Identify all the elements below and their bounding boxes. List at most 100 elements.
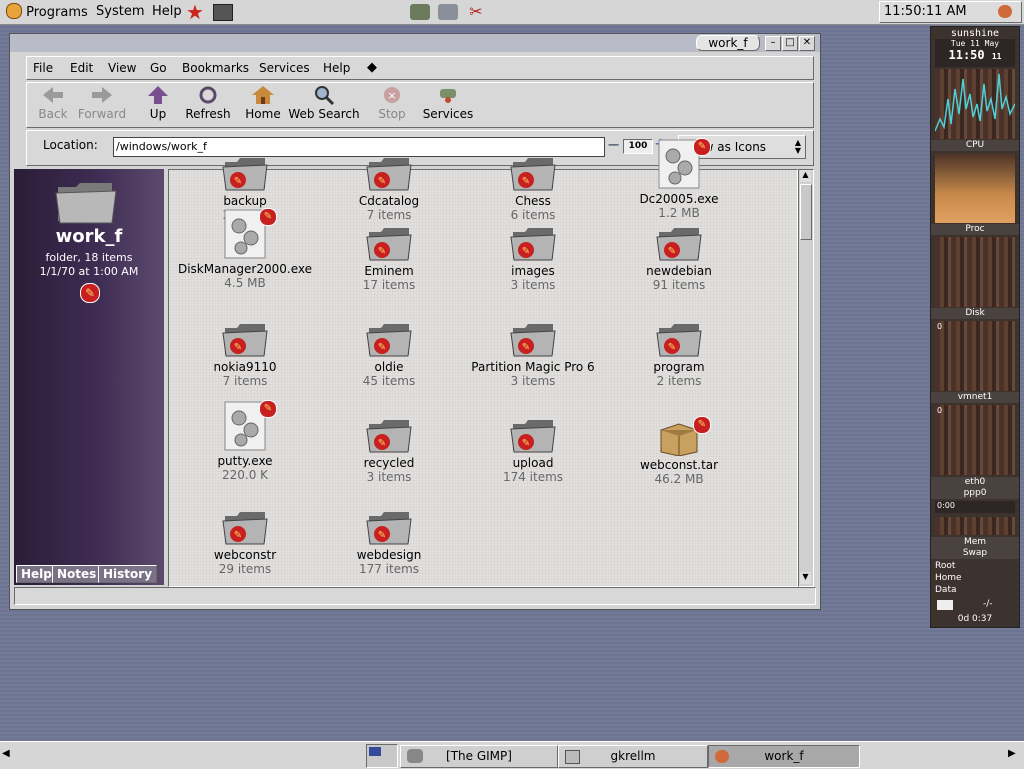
- vertical-scrollbar[interactable]: ▲ ▼: [798, 169, 814, 587]
- home-button[interactable]: Home: [245, 85, 281, 121]
- file-item[interactable]: ✎ Eminem 17 items: [319, 224, 459, 292]
- back-button[interactable]: Back: [35, 85, 71, 121]
- file-item[interactable]: ✎ oldie 45 items: [319, 320, 459, 388]
- home-label: Home: [245, 107, 281, 121]
- menu-bookmarks[interactable]: Bookmarks: [182, 59, 249, 77]
- file-size: 46.2 MB: [654, 472, 704, 486]
- close-button[interactable]: ✕: [799, 36, 815, 51]
- svg-text:✎: ✎: [522, 342, 530, 353]
- file-size: 29 items: [218, 562, 272, 576]
- svg-text:✎: ✎: [378, 246, 386, 257]
- gk-uptime: 0d 0:37: [957, 614, 993, 624]
- star-launcher-icon[interactable]: ★: [184, 2, 206, 22]
- gk-mail-icon[interactable]: [937, 600, 953, 610]
- scroll-up-icon[interactable]: ▲: [800, 170, 811, 182]
- gk-swap-label: Swap: [931, 548, 1019, 559]
- file-item[interactable]: ✎ putty.exe 220.0 K: [175, 400, 315, 482]
- gk-date: Tue 11 May: [950, 39, 1000, 48]
- menu-go[interactable]: Go: [150, 59, 167, 77]
- task-gimp[interactable]: [The GIMP]: [400, 745, 558, 768]
- terminal-launcher-icon[interactable]: [213, 4, 233, 21]
- nautilus-foot-icon: [715, 750, 729, 763]
- folder-icon: ✎: [222, 158, 268, 191]
- window-titlebar[interactable]: work_f – □ ✕: [10, 34, 820, 52]
- file-item[interactable]: ✎ images 3 items: [463, 224, 603, 292]
- gk-fs-home[interactable]: Home: [935, 573, 962, 583]
- workspace-pager[interactable]: [366, 744, 398, 768]
- refresh-button[interactable]: Refresh: [185, 85, 231, 121]
- help-menu[interactable]: Help: [148, 3, 186, 21]
- sidebar-info-type: folder, 18 items: [45, 251, 133, 264]
- file-name: recycled: [363, 456, 415, 470]
- throbber-icon: ◆: [367, 60, 377, 75]
- file-name: Cdcatalog: [358, 194, 420, 208]
- maximize-button[interactable]: □: [782, 36, 798, 51]
- menu-help[interactable]: Help: [323, 59, 350, 77]
- sidebar-tab-history[interactable]: History: [98, 565, 158, 583]
- file-item[interactable]: ✎ webdesign 177 items: [319, 508, 459, 576]
- scroll-down-icon[interactable]: ▼: [800, 572, 811, 584]
- svg-text:✎: ✎: [378, 438, 386, 449]
- up-label: Up: [149, 107, 167, 121]
- minimize-button[interactable]: –: [765, 36, 781, 51]
- file-item[interactable]: ✎ webconstr 29 items: [175, 508, 315, 576]
- location-label: Location:: [43, 138, 98, 152]
- file-item[interactable]: ✎ Chess 6 items: [463, 154, 603, 222]
- clock-applet[interactable]: 11:50:11 AM: [879, 1, 1022, 23]
- magnifier-icon: [315, 86, 335, 105]
- sidebar-tab-help[interactable]: Help: [16, 565, 57, 583]
- file-item[interactable]: ✎ nokia9110 7 items: [175, 320, 315, 388]
- file-item[interactable]: ✎ upload 174 items: [463, 416, 603, 484]
- svg-text:✎: ✎: [668, 342, 676, 353]
- file-item[interactable]: ✎ webconst.tar 46.2 MB: [609, 416, 749, 486]
- svg-text:✎: ✎: [378, 176, 386, 187]
- folder-icon: ✎: [366, 228, 412, 261]
- stop-icon: ×: [384, 87, 400, 103]
- up-button[interactable]: Up: [145, 85, 171, 121]
- sidebar-tab-notes[interactable]: Notes: [52, 565, 102, 583]
- folder-icon: ✎: [366, 512, 412, 545]
- gk-time: 11:50: [948, 48, 985, 62]
- file-item[interactable]: ✎ Cdcatalog 7 items: [319, 154, 459, 222]
- task-work-f[interactable]: work_f: [708, 745, 860, 768]
- menu-services[interactable]: Services: [259, 59, 310, 77]
- file-item[interactable]: ✎ Partition Magic Pro 63 items: [463, 320, 603, 388]
- gk-fs-root[interactable]: Root: [935, 561, 955, 571]
- task-gkrellm[interactable]: gkrellm: [558, 745, 708, 768]
- file-item[interactable]: ✎ DiskManager2000.exe 4.5 MB: [175, 208, 315, 290]
- file-size: 1.2 MB: [658, 206, 700, 220]
- panel-hide-left-icon[interactable]: ◀: [2, 748, 14, 762]
- file-size: 3 items: [510, 374, 556, 388]
- file-item[interactable]: ✎ recycled 3 items: [319, 416, 459, 484]
- file-name: Dc20005.exe: [639, 192, 719, 206]
- file-item[interactable]: ✎ program 2 items: [609, 320, 749, 388]
- stop-button[interactable]: × Stop: [377, 85, 407, 121]
- folder-icon: ✎: [366, 158, 412, 191]
- menu-file[interactable]: File: [33, 59, 53, 77]
- gk-vmnet-label: vmnet1: [931, 392, 1019, 403]
- folder-icon: ✎: [510, 228, 556, 261]
- forward-button[interactable]: Forward: [77, 85, 127, 121]
- file-item[interactable]: ✎ Dc20005.exe 1.2 MB: [609, 138, 749, 220]
- window-title: work_f: [696, 35, 760, 51]
- printer-applet-icon[interactable]: [410, 4, 430, 20]
- menu-view[interactable]: View: [108, 59, 136, 77]
- gk-fs-data[interactable]: Data: [935, 585, 957, 595]
- disk-applet-icon[interactable]: [438, 4, 458, 20]
- gk-ppp-timer[interactable]: 0:00: [935, 501, 1015, 513]
- system-menu[interactable]: System: [92, 3, 148, 21]
- toolbar: Back Forward Up Refresh Home Web Search …: [26, 82, 814, 128]
- panel-hide-right-icon[interactable]: ▶: [1008, 748, 1020, 762]
- tools-applet-icon[interactable]: ✂: [466, 2, 486, 22]
- scroll-thumb[interactable]: [800, 184, 812, 240]
- menu-edit[interactable]: Edit: [70, 59, 93, 77]
- gk-vmnet-chart: 0: [935, 321, 1015, 391]
- programs-menu[interactable]: Programs: [2, 3, 92, 21]
- svg-text:✎: ✎: [378, 530, 386, 541]
- web-search-button[interactable]: Web Search: [288, 85, 360, 121]
- gk-proc-label: Proc: [931, 224, 1019, 235]
- services-button[interactable]: Services: [421, 85, 475, 121]
- file-size: 7 items: [222, 374, 268, 388]
- file-item[interactable]: ✎ newdebian 91 items: [609, 224, 749, 292]
- task-gkrellm-label: gkrellm: [610, 749, 656, 763]
